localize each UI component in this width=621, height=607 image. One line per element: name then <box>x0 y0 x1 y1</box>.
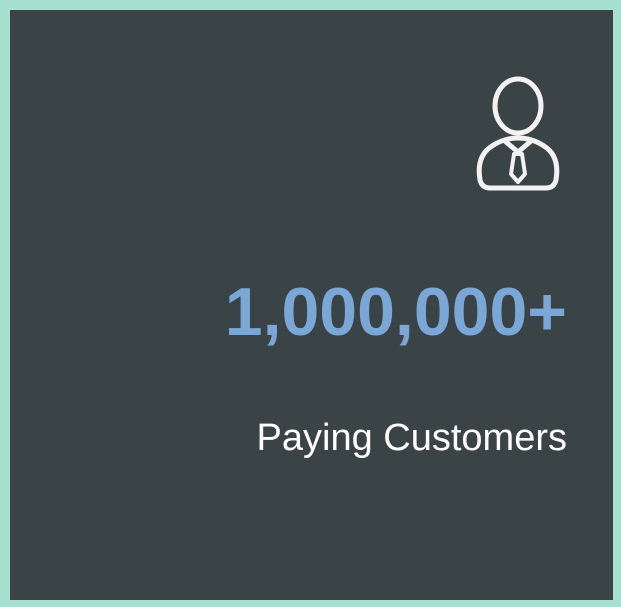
stat-card: 1,000,000+ Paying Customers <box>10 10 613 600</box>
stat-value: 1,000,000+ <box>224 274 567 350</box>
stat-label: Paying Customers <box>256 417 567 459</box>
user-business-icon <box>470 76 566 194</box>
